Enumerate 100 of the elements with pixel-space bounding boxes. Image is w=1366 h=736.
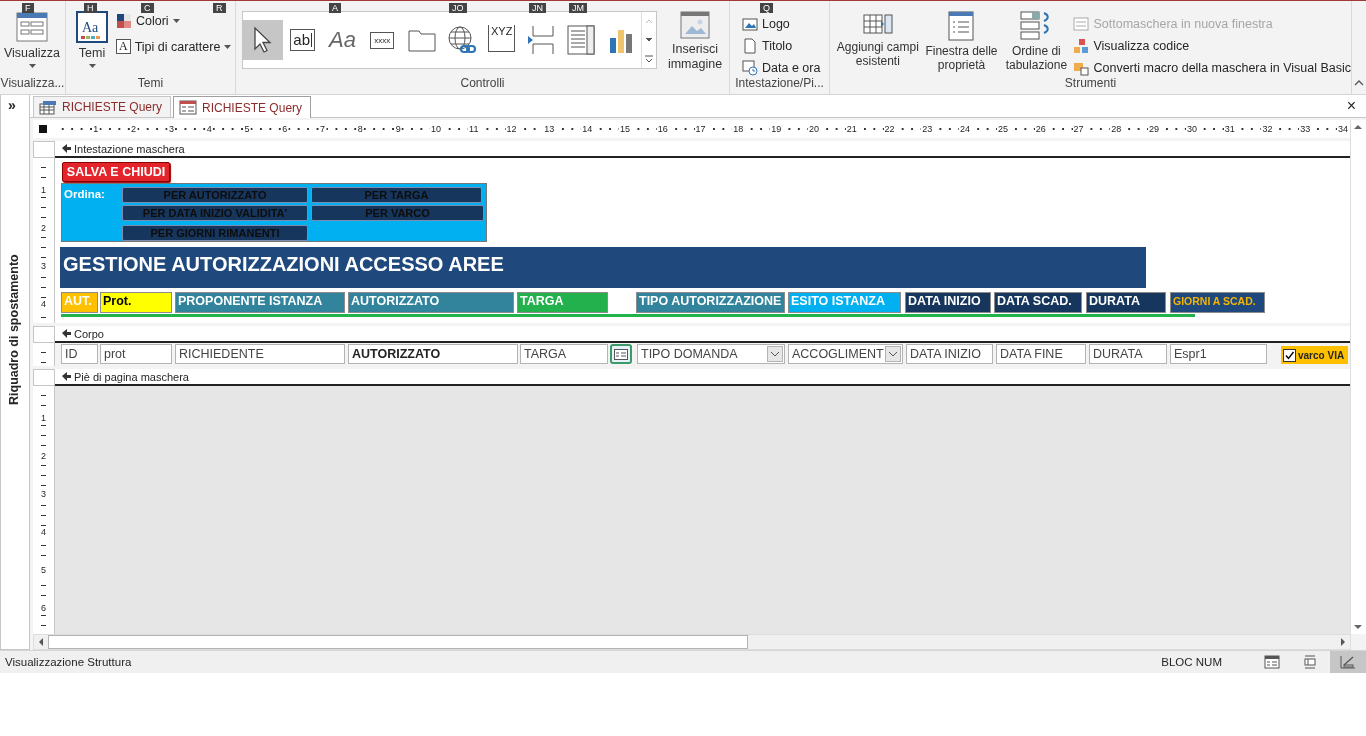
vertical-ruler: 1 2 3 4 5 6	[33, 386, 55, 634]
folder-icon	[408, 28, 437, 52]
column-label: TIPO AUTORIZZAZIONE	[636, 292, 785, 313]
keytip: F	[22, 3, 34, 13]
color-squares-icon	[116, 13, 132, 29]
view-button[interactable]: Visualizza	[0, 11, 64, 71]
header-item-button[interactable]: Logo	[742, 13, 821, 35]
form-icon	[614, 348, 628, 360]
themes-icon: Aa	[76, 11, 108, 43]
control-tool[interactable]: XYZ	[481, 20, 522, 60]
column-label: AUT.	[61, 292, 98, 313]
save-and-close-button[interactable]: SALVA E CHIUDI	[62, 162, 170, 182]
section-bar[interactable]: Corpo	[55, 326, 1350, 343]
caret-icon	[88, 64, 96, 71]
property-sheet-icon	[948, 11, 975, 41]
keytip: JN	[529, 3, 546, 13]
list-box-icon	[567, 25, 596, 55]
caret-icon	[172, 19, 180, 23]
checkbox-control[interactable]: varco VIA	[1281, 346, 1348, 364]
tool-button[interactable]: Finestra delle proprietà	[919, 11, 1004, 72]
keytip: H	[84, 3, 97, 13]
control-tool[interactable]	[243, 20, 283, 60]
form-icon	[179, 100, 198, 115]
text-box-control[interactable]: DURATA	[1089, 344, 1167, 364]
text-box-icon: ab	[290, 29, 316, 51]
column-label: PROPONENTE ISTANZA	[175, 292, 345, 313]
image-icon	[680, 11, 710, 39]
design-view-icon	[1340, 655, 1356, 669]
label-icon: Aa	[329, 27, 356, 53]
insert-image-button[interactable]: Inserisci immagine	[661, 11, 729, 72]
font-icon: A	[116, 39, 131, 54]
calendar-clock-icon	[742, 60, 758, 76]
header-item-button[interactable]: Data e ora	[742, 57, 821, 76]
form-title: GESTIONE AUTORIZZAZIONI ACCESSO AREE	[60, 247, 1146, 288]
navigation-pane[interactable]: » Riquadro di spostamento	[0, 95, 30, 650]
column-label: GIORNI A SCAD.	[1170, 292, 1265, 313]
horizontal-scrollbar[interactable]	[33, 634, 1351, 650]
expand-toggle[interactable]: »	[8, 97, 16, 113]
tool-small-button[interactable]: Converti macro della maschera in Visual Basic	[1073, 57, 1351, 76]
text-box-control[interactable]: DATA INIZIO	[906, 344, 993, 364]
text-box-control[interactable]: ID	[61, 344, 98, 364]
checkbox[interactable]	[1283, 348, 1296, 362]
header-item-button[interactable]: Titolo	[742, 35, 821, 57]
subform-icon	[1073, 16, 1090, 32]
column-label: DURATA	[1086, 292, 1166, 313]
text-box-control[interactable]: TARGA	[520, 344, 608, 364]
sort-label: Ordina:	[64, 188, 105, 200]
column-label: AUTORIZZATO	[348, 292, 514, 313]
table-fields-icon	[862, 11, 893, 37]
column-label: TARGA	[517, 292, 608, 313]
checkbox-label: varco VIA	[1298, 349, 1345, 361]
page-icon	[742, 38, 758, 54]
text-box-control[interactable]: Espr1	[1170, 344, 1267, 364]
keytip: Q	[760, 3, 773, 13]
document-tab[interactable]: RICHIESTE Query	[173, 96, 312, 118]
keytip: C	[141, 3, 154, 13]
code-icon	[1073, 38, 1090, 54]
control-tool[interactable]: ab	[282, 20, 323, 60]
column-label: DATA INIZIO	[905, 292, 991, 313]
num-lock-indicator: BLOC NUM	[1161, 656, 1222, 668]
text-box-control[interactable]: AUTORIZZATO	[348, 344, 518, 364]
section-arrow-icon	[61, 144, 71, 153]
vertical-scrollbar[interactable]	[1350, 120, 1366, 634]
column-label: DATA SCAD.	[994, 292, 1082, 313]
column-label: ESITO ISTANZA	[788, 292, 901, 313]
combo-box-control[interactable]: ACCOGLIMENT	[788, 344, 903, 364]
status-text: Visualizzazione Struttura	[5, 656, 132, 668]
text-box-control[interactable]: DATA FINE	[996, 344, 1086, 364]
logo-image-icon	[742, 16, 758, 32]
tool-button[interactable]: Ordine di tabulazione	[1003, 11, 1070, 72]
themes-button[interactable]: Aa Temi	[72, 11, 112, 71]
convert-icon	[1073, 60, 1090, 76]
datasheet-icon	[39, 99, 57, 115]
caret-icon	[224, 44, 232, 49]
vertical-ruler: 1 2 3 4	[33, 158, 55, 323]
scrollbar-thumb[interactable]	[48, 635, 748, 649]
control-tool[interactable]: xxxx	[362, 20, 403, 60]
close-button[interactable]: ×	[1346, 97, 1356, 115]
form-view-icon	[15, 11, 49, 43]
tool-small-button[interactable]: Visualizza codice	[1073, 35, 1351, 57]
fonts-button[interactable]: A Tipi di carattere	[116, 39, 232, 54]
section-bar[interactable]: Piè di pagina maschera	[55, 369, 1350, 386]
button-control-icon: xxxx	[370, 31, 395, 49]
calendar-button[interactable]	[610, 344, 632, 364]
pointer-icon	[251, 26, 274, 54]
keytip: A	[329, 3, 341, 13]
keytip: JO	[449, 3, 467, 13]
text-box-control[interactable]: prot	[100, 344, 172, 364]
section-bar[interactable]: Intestazione maschera	[55, 141, 1350, 158]
form-view-icon	[1264, 655, 1280, 669]
combo-box-control[interactable]: TIPO DOMANDA	[637, 344, 785, 364]
globe-link-icon	[445, 25, 478, 55]
control-tool[interactable]: Aa	[322, 20, 363, 60]
colors-button[interactable]: Colori	[116, 13, 232, 29]
text-box-control[interactable]: RICHIEDENTE	[175, 344, 345, 364]
section-arrow-icon	[61, 372, 71, 381]
navigation-pane-title: Riquadro di spostamento	[7, 253, 21, 408]
collapse-ribbon-icon[interactable]	[1354, 80, 1364, 86]
tool-button[interactable]: Aggiungi campi esistenti	[836, 11, 920, 68]
document-tab[interactable]: RICHIESTE Query	[33, 96, 172, 117]
